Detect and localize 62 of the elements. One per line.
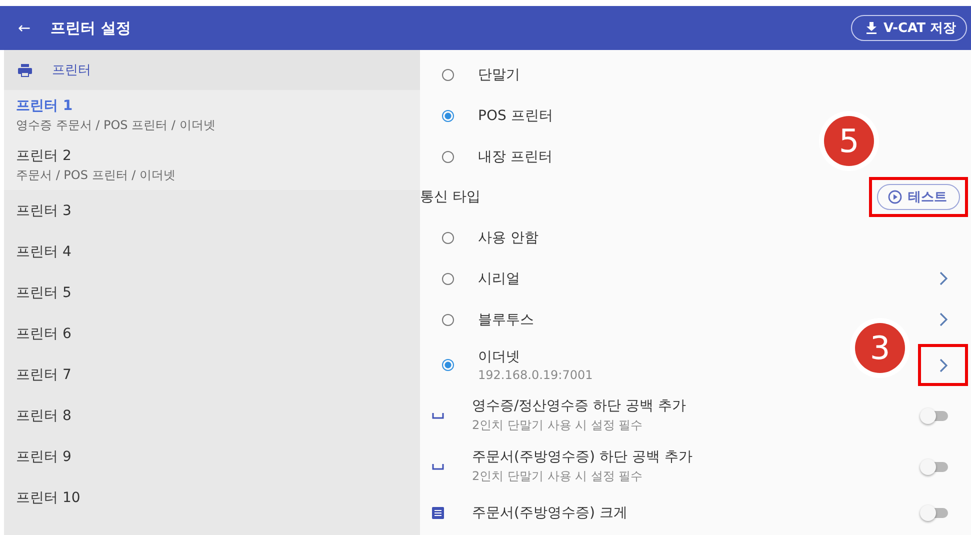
option-title: 주문서(주방영수증) 크게 bbox=[472, 504, 628, 522]
step-number-badge: 3 bbox=[855, 323, 905, 373]
printer-list-item[interactable]: 프린터 7 bbox=[4, 354, 420, 395]
chevron-right-icon[interactable] bbox=[938, 271, 948, 286]
list-icon bbox=[432, 506, 444, 518]
printer-list-item[interactable]: 프린터 1 영수증 주문서 / POS 프린터 / 이더넷 bbox=[4, 90, 420, 140]
radio-button[interactable] bbox=[442, 232, 454, 244]
device-type-label: POS 프린터 bbox=[478, 106, 553, 124]
printer-name: 프린터 2 bbox=[16, 146, 72, 164]
printer-name: 프린터 9 bbox=[16, 448, 72, 466]
printer-list-item[interactable]: 프린터 6 bbox=[4, 313, 420, 354]
printer-name: 프린터 7 bbox=[16, 366, 72, 384]
chevron-right-icon[interactable] bbox=[938, 358, 948, 372]
comm-type-label: 사용 안함 bbox=[478, 228, 540, 246]
test-button[interactable]: 테스트 bbox=[877, 184, 960, 210]
radio-button[interactable] bbox=[442, 110, 454, 122]
download-icon bbox=[866, 22, 876, 34]
toggle-switch[interactable] bbox=[922, 508, 948, 518]
radio-button[interactable] bbox=[442, 314, 454, 326]
chevron-right-icon[interactable] bbox=[938, 312, 948, 327]
printer-list-item[interactable]: 프린터 8 bbox=[4, 395, 420, 436]
printer-name: 프린터 4 bbox=[16, 242, 72, 260]
printer-detail: 영수증 주문서 / POS 프린터 / 이더넷 bbox=[16, 116, 216, 134]
printer-detail: 주문서 / POS 프린터 / 이더넷 bbox=[16, 166, 176, 184]
back-button[interactable]: ← bbox=[18, 19, 31, 37]
comm-type-label: 시리얼 bbox=[478, 270, 521, 288]
ip-address: 192.168.0.19:7001 bbox=[478, 368, 594, 382]
radio-button[interactable] bbox=[442, 150, 454, 162]
sidebar-header-label: 프린터 bbox=[52, 62, 91, 79]
printer-list-item[interactable]: 프린터 5 bbox=[4, 272, 420, 313]
radio-button[interactable] bbox=[442, 68, 454, 80]
toggle-switch[interactable] bbox=[922, 410, 948, 420]
comm-type-label: 블루투스 bbox=[478, 310, 535, 328]
printer-list-item[interactable]: 프린터 4 bbox=[4, 231, 420, 272]
toggle-switch[interactable] bbox=[922, 462, 948, 472]
radio-button[interactable] bbox=[442, 359, 454, 371]
step-number-badge: 5 bbox=[824, 116, 874, 166]
space-icon bbox=[432, 464, 444, 470]
printer-list-item[interactable]: 프린터 10 bbox=[4, 477, 420, 518]
printer-name: 프린터 1 bbox=[16, 96, 74, 114]
option-hint: 2인치 단말기 사용 시 설정 필수 bbox=[472, 468, 644, 485]
option-title: 주문서(주방영수증) 하단 공백 추가 bbox=[472, 448, 694, 466]
option-hint: 2인치 단말기 사용 시 설정 필수 bbox=[472, 417, 644, 434]
printer-list-item[interactable]: 프린터 3 bbox=[4, 190, 420, 231]
option-title: 영수증/정산영수증 하단 공백 추가 bbox=[472, 397, 688, 415]
play-icon bbox=[888, 190, 902, 204]
printer-name: 프린터 3 bbox=[16, 202, 72, 220]
printer-name: 프린터 10 bbox=[16, 488, 82, 506]
printer-name: 프린터 8 bbox=[16, 406, 72, 424]
section-title: 통신 타입 bbox=[420, 188, 482, 206]
space-icon bbox=[432, 412, 444, 418]
comm-type-label: 이더넷 bbox=[478, 348, 521, 366]
printer-icon bbox=[18, 64, 32, 76]
save-button[interactable]: V-CAT 저장 bbox=[850, 15, 967, 41]
device-type-label: 내장 프린터 bbox=[478, 148, 552, 166]
printer-list-item[interactable]: 프린터 2 주문서 / POS 프린터 / 이더넷 bbox=[4, 140, 420, 190]
radio-button[interactable] bbox=[442, 272, 454, 284]
device-type-label: 단말기 bbox=[478, 66, 520, 84]
printer-name: 프린터 6 bbox=[16, 324, 72, 342]
printer-name: 프린터 5 bbox=[16, 284, 72, 302]
screen-title: 프린터 설정 bbox=[50, 18, 132, 38]
printer-list-item[interactable]: 프린터 9 bbox=[4, 436, 420, 477]
